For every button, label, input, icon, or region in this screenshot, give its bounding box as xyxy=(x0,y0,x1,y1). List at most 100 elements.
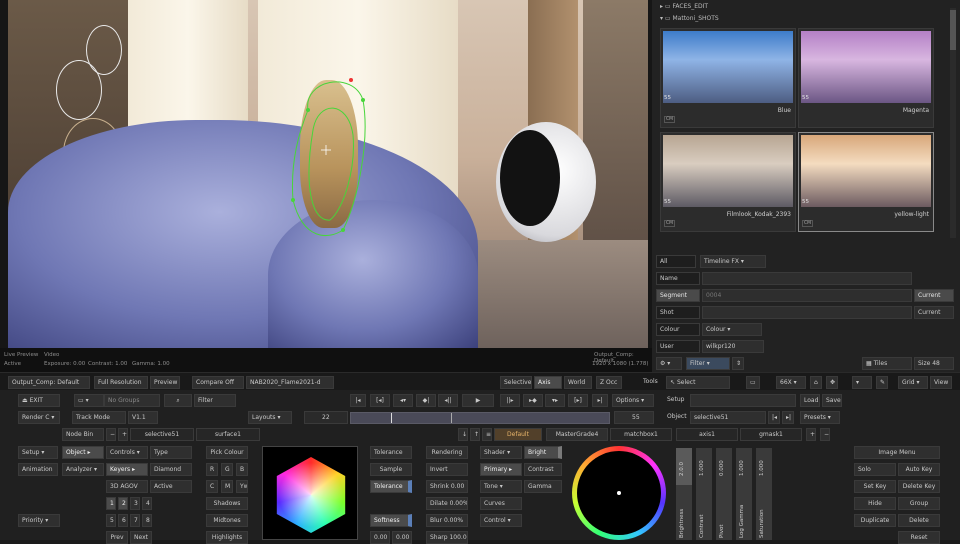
log-gamma-slider[interactable]: 1.000 Log Gamma xyxy=(736,448,752,540)
node-tab-surface1[interactable]: surface1 xyxy=(196,428,260,441)
thumbnail-blue[interactable]: 55 Blue CM xyxy=(660,28,796,128)
gmask-overlay[interactable] xyxy=(8,0,648,348)
frame-current-field[interactable]: 22 xyxy=(304,411,348,424)
shrink-field[interactable]: Shrink 0.00 xyxy=(426,480,468,493)
options-dropdown[interactable]: Options ▾ xyxy=(612,394,654,407)
compare-button[interactable]: Compare Off xyxy=(192,376,244,389)
video-frame[interactable] xyxy=(8,0,648,348)
num-button-3[interactable]: 3 xyxy=(130,497,140,510)
magenta-channel-button[interactable]: M xyxy=(221,480,233,493)
num-button-4[interactable]: 4 xyxy=(142,497,152,510)
node-tab-selective51[interactable]: selective51 xyxy=(130,428,194,441)
blur-field[interactable]: Blur 0.00% xyxy=(426,514,468,527)
step-fwd-icon[interactable]: ||▸ xyxy=(500,394,520,407)
num-button-5[interactable]: 5 xyxy=(106,514,116,527)
timeline-fx-dropdown[interactable]: Timeline FX ▾ xyxy=(700,255,766,268)
frame-icon[interactable]: ▭ xyxy=(746,376,760,389)
eyedropper-icon[interactable]: ✎ xyxy=(876,376,888,389)
bright-button[interactable]: Bright xyxy=(524,446,562,459)
tolerance-button[interactable]: Tolerance xyxy=(370,446,412,459)
segment-field[interactable]: 0004 xyxy=(702,289,912,302)
move-icon[interactable]: ✥ xyxy=(826,376,838,389)
preview-button[interactable]: Preview xyxy=(150,376,180,389)
prev-mark-icon[interactable]: ◂▾ xyxy=(393,394,413,407)
shader-dropdown[interactable]: Shader ▾ xyxy=(480,446,522,459)
grid-dropdown[interactable]: Grid ▾ xyxy=(898,376,928,389)
green-channel-button[interactable]: G xyxy=(221,463,233,476)
add-tab-icon[interactable]: + xyxy=(806,428,816,441)
current-button-1[interactable]: Current xyxy=(914,289,954,302)
delete-button[interactable]: Delete xyxy=(898,514,940,527)
brightness-slider[interactable]: 2.0.0 Brightness xyxy=(676,448,692,540)
step-back-icon[interactable]: ◂|| xyxy=(438,394,458,407)
blue-channel-button[interactable]: B xyxy=(236,463,248,476)
colour-cube-picker[interactable] xyxy=(262,446,358,540)
user-field[interactable]: wilkpr120 xyxy=(702,340,764,353)
load-button[interactable]: Load xyxy=(800,394,820,407)
contrast-slider[interactable]: 1.000 Contrast xyxy=(696,448,712,540)
next-object-icon[interactable]: ▸| xyxy=(782,411,794,424)
world-button[interactable]: World xyxy=(564,376,592,389)
axis-button[interactable]: Axis xyxy=(534,376,562,389)
presets-dropdown[interactable]: Presets ▾ xyxy=(800,411,840,424)
folder-dropdown[interactable]: ▭ ▾ xyxy=(74,394,104,407)
duplicate-button[interactable]: Duplicate xyxy=(854,514,896,527)
num-button-7[interactable]: 7 xyxy=(130,514,140,527)
image-menu-button[interactable]: Image Menu xyxy=(854,446,940,459)
contrast-button[interactable]: Contrast xyxy=(524,463,562,476)
next-key-icon[interactable]: ▸◆ xyxy=(523,394,543,407)
tiles-button[interactable]: ▦ Tiles xyxy=(862,357,912,370)
delete-key-button[interactable]: Delete Key xyxy=(898,480,940,493)
setup-field[interactable] xyxy=(690,394,796,407)
version-field[interactable]: V1.1 xyxy=(128,411,158,424)
shot-field[interactable] xyxy=(702,306,912,319)
track-mode-button[interactable]: Track Mode xyxy=(72,411,126,424)
save-button[interactable]: Save xyxy=(822,394,842,407)
softness-slider[interactable]: Softness xyxy=(370,514,412,527)
thumbnail-yellow-light[interactable]: 55 yellow-light CM xyxy=(798,132,934,232)
render-dropdown[interactable]: Render C ▾ xyxy=(18,411,60,424)
object-dropdown[interactable]: Object ▸ xyxy=(62,446,104,459)
diamond-button[interactable]: Diamond xyxy=(150,463,192,476)
hide-button[interactable]: Hide xyxy=(854,497,896,510)
layouts-dropdown[interactable]: Layouts ▾ xyxy=(248,411,292,424)
arrow-down-icon[interactable]: ↓ xyxy=(458,428,468,441)
dropdown-blank[interactable]: ▾ xyxy=(852,376,872,389)
tab-axis1[interactable]: axis1 xyxy=(676,428,738,441)
set-key-button[interactable]: Set Key xyxy=(854,480,896,493)
next-mark-icon[interactable]: ▾▸ xyxy=(545,394,565,407)
filter-field[interactable]: Filter xyxy=(194,394,236,407)
dilate-field[interactable]: Dilate 0.00% xyxy=(426,497,468,510)
z-occ-button[interactable]: Z Occ xyxy=(596,376,622,389)
invert-button[interactable]: Invert xyxy=(426,463,468,476)
tolerance-slider[interactable]: Tolerance xyxy=(370,480,412,493)
controls-dropdown[interactable]: Controls ▾ xyxy=(106,446,148,459)
cyan-channel-button[interactable]: C xyxy=(206,480,218,493)
select-tool[interactable]: ↖ Select xyxy=(666,376,730,389)
tab-gmask1[interactable]: gmask1 xyxy=(740,428,802,441)
node-bin-button[interactable]: Node Bin xyxy=(62,428,104,441)
num-button-2[interactable]: 2 xyxy=(118,497,128,510)
prev-button[interactable]: Prev xyxy=(106,531,128,544)
auto-key-button[interactable]: Auto Key xyxy=(898,463,940,476)
thumbnail-magenta[interactable]: 55 Magenta xyxy=(798,28,934,128)
yellow-channel-button[interactable]: Yw xyxy=(236,480,248,493)
group-button[interactable]: Group xyxy=(898,497,940,510)
next-key-bracket-icon[interactable]: [▸] xyxy=(568,394,588,407)
go-start-icon[interactable]: |◂ xyxy=(350,394,366,407)
prev-key-icon[interactable]: [◂] xyxy=(370,394,390,407)
frame-end-field[interactable]: 55 xyxy=(614,411,654,424)
arrow-up-icon[interactable]: ↑ xyxy=(470,428,480,441)
no-groups-field[interactable]: No Groups xyxy=(104,394,160,407)
bin-minus-icon[interactable]: − xyxy=(106,428,116,441)
timeline-scrubber[interactable] xyxy=(350,412,610,424)
zoom-dropdown[interactable]: 66X ▾ xyxy=(776,376,806,389)
pick-colour-button[interactable]: Pick Colour xyxy=(206,446,248,459)
sample-button[interactable]: Sample xyxy=(370,463,412,476)
all-filter[interactable]: All xyxy=(656,255,696,268)
clip-name-field[interactable]: NAB2020_Flame2021-d xyxy=(246,376,334,389)
sort-icon[interactable]: ⇕ xyxy=(732,357,744,370)
sharp-field[interactable]: Sharp 100.0 xyxy=(426,531,468,544)
size-field[interactable]: Size 48 xyxy=(914,357,954,370)
tree-item-faces-edit[interactable]: ▸ ▭ FACES_EDIT xyxy=(660,3,708,10)
